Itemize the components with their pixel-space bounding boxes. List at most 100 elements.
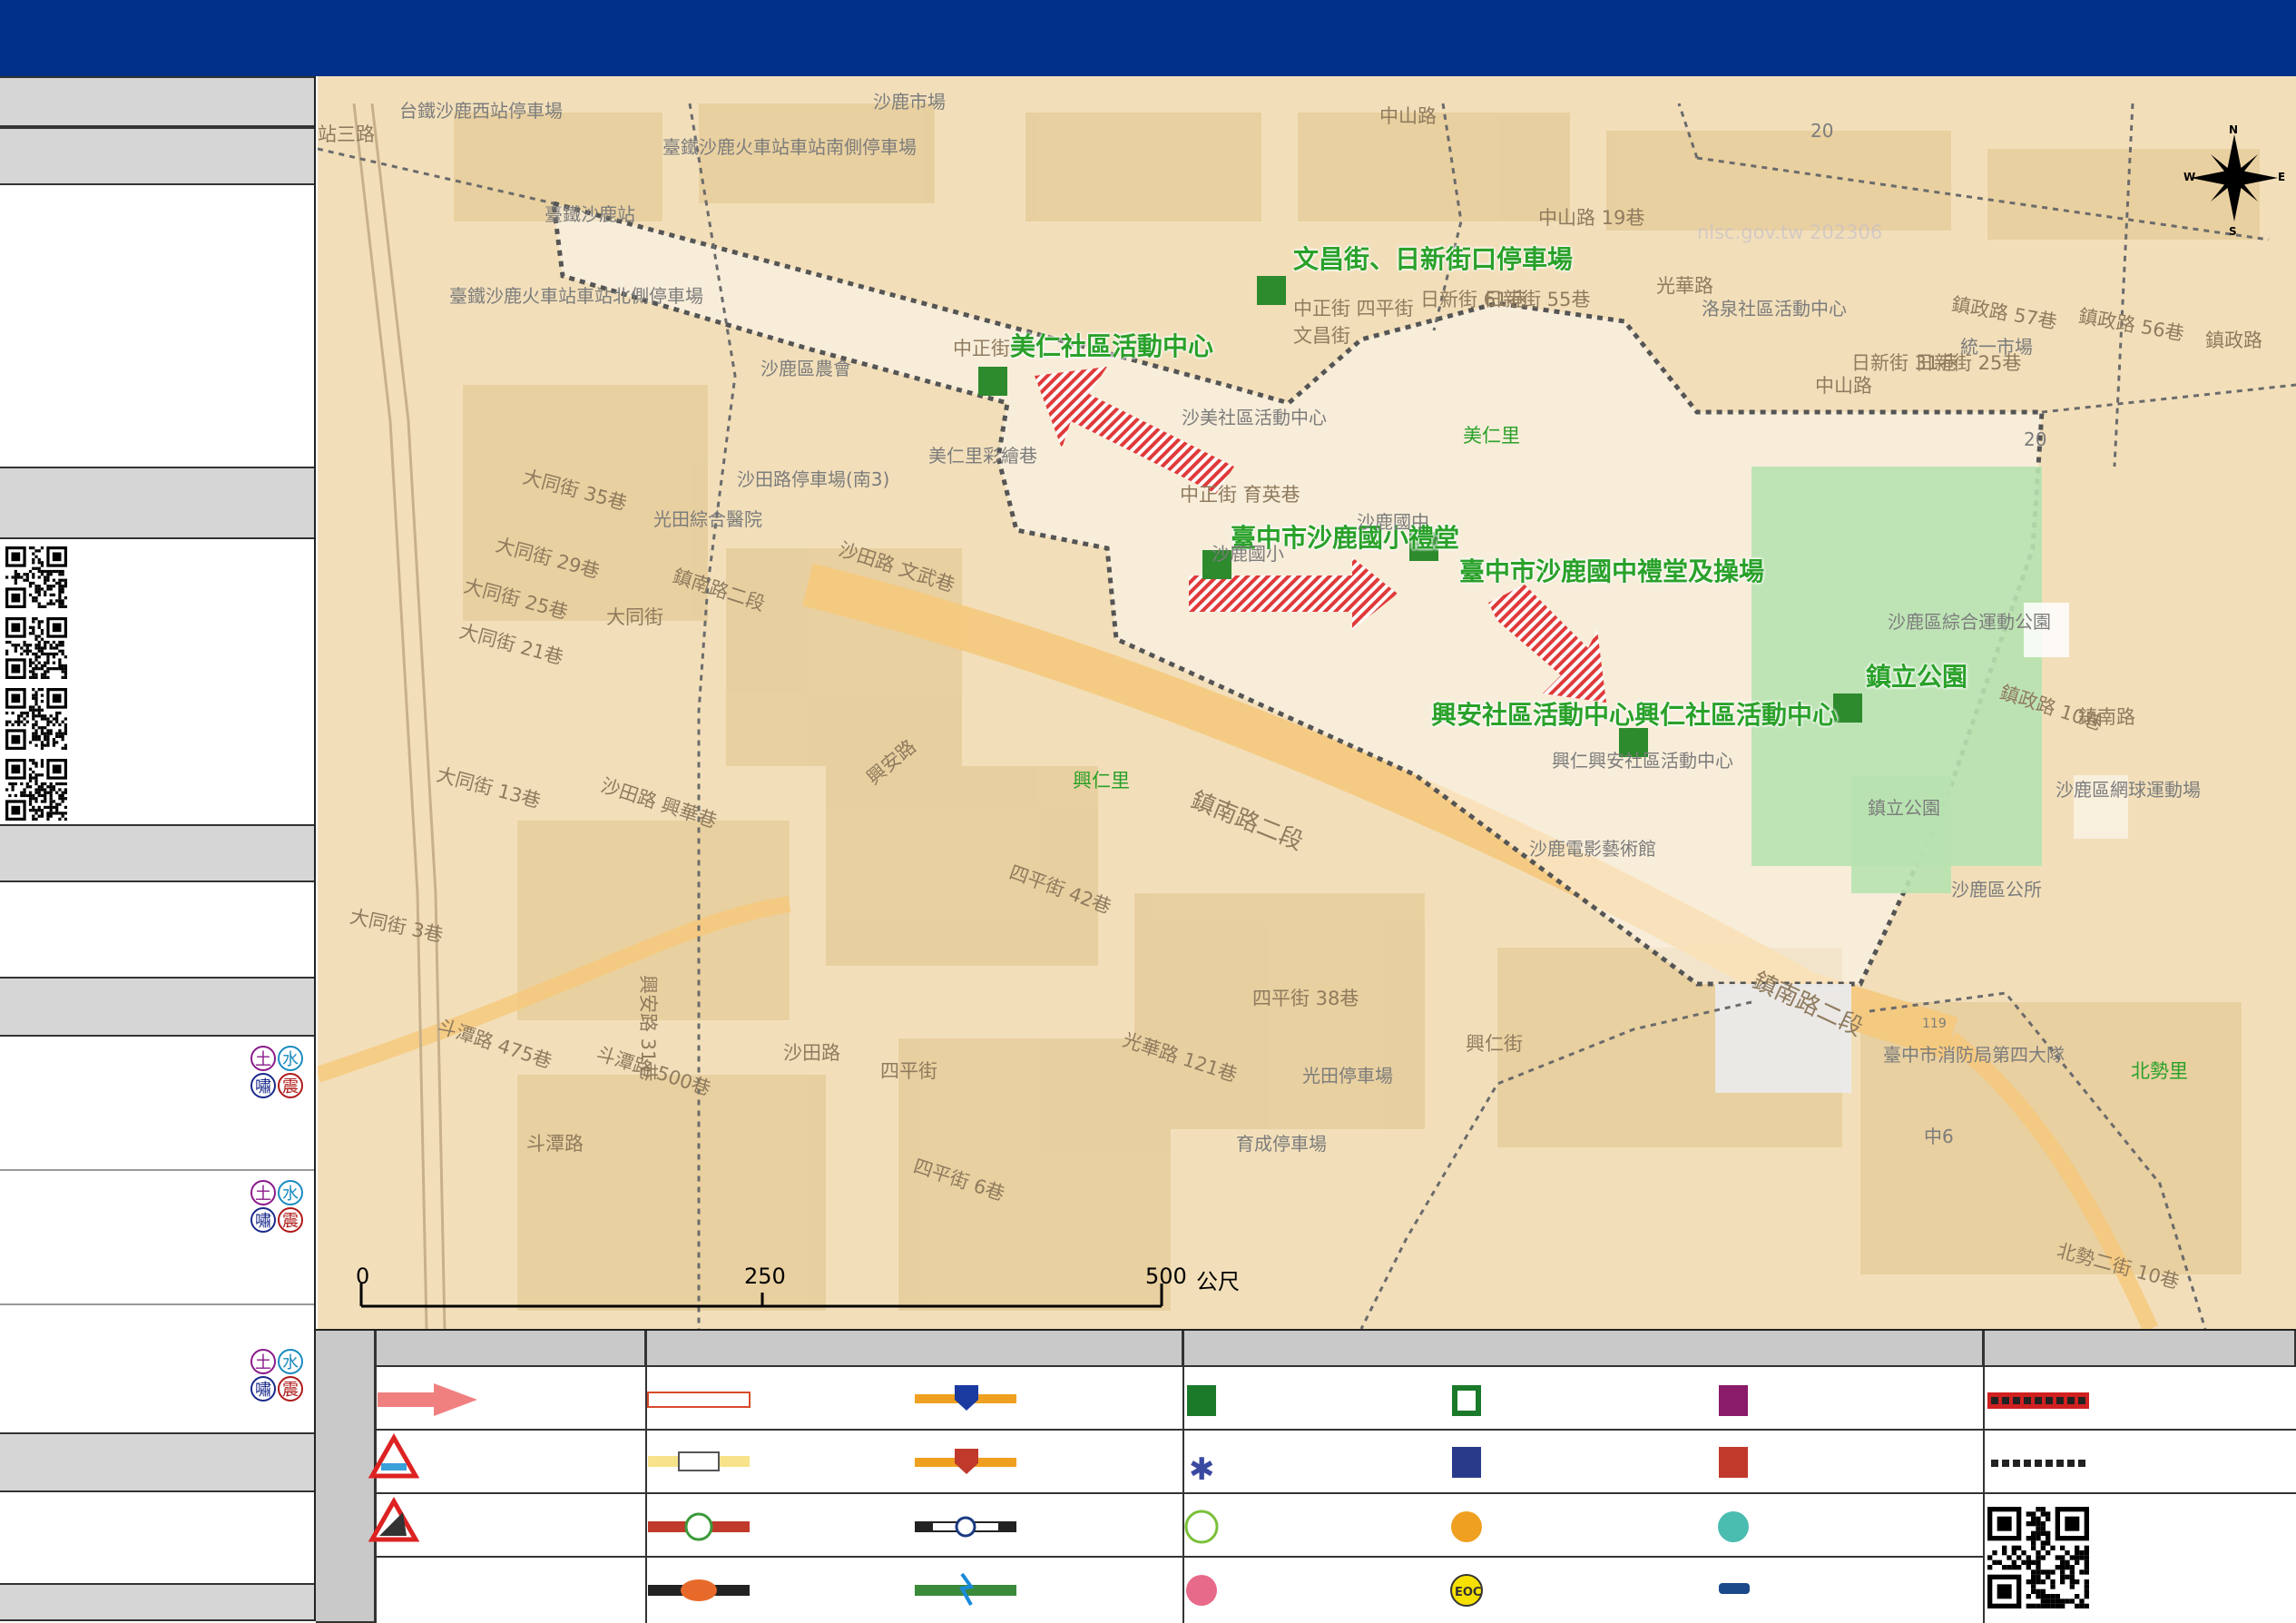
street-label: 中山路 [1815,375,1872,397]
watermark: nlsc.gov.tw 202306 [1697,221,1883,243]
street-label: 沙鹿區公所 [1951,879,2042,900]
water-icon: 水 [278,1046,303,1071]
panel-block-2 [0,882,314,973]
tsunami-icon: 嘯 [250,1376,276,1402]
street-label: 沙鹿國小 [1212,543,1284,565]
street-label: 臺中市消防局第四大隊 [1883,1044,2065,1066]
quake-icon: 震 [278,1207,303,1233]
qr-code-2[interactable] [5,617,67,679]
street-label: 沙美社區活動中心 [1182,407,1327,428]
left-panel: 土 水 嘯 震 土 水 嘯 震 土 水 嘯 震 [0,76,316,1621]
shelter-icon [1452,1385,1481,1416]
title-bar [0,0,2296,76]
quake-icon: 震 [278,1376,303,1402]
warning-flood-icon [368,1432,420,1479]
street-label: 20 [2024,428,2047,450]
street-label: 四平街 38巷 [1252,988,1359,1009]
flower-route-icon [648,1512,750,1541]
map-legend: ✱ EOC [316,1329,2296,1623]
qr-code-list [0,539,314,821]
tsunami-icon: 嘯 [250,1073,276,1098]
street-label: 鎮南路 [2078,706,2135,728]
qr-code-legend[interactable] [1987,1507,2089,1608]
street-label: 站三路 [318,123,375,145]
shelter-label-zhenli-park[interactable]: 鎮立公園 [1866,657,1967,693]
street-label: 文昌街 [1293,325,1350,347]
rail-icon [915,1516,1016,1538]
scale-tick-0: 0 [356,1264,370,1289]
compass-e: E [2278,171,2286,183]
svg-text:✱: ✱ [1189,1451,1215,1488]
street-label: 台鐵沙鹿西站停車場 [399,100,563,122]
street-label: 四平街 [880,1060,937,1082]
quake-icon: 震 [278,1073,303,1098]
street-label: 鎮政路 [2205,330,2262,351]
warning-landslide-icon [368,1496,420,1542]
street-label: 育成停車場 [1236,1133,1327,1155]
shelter-label-shalu-junior[interactable]: 臺中市沙鹿國中禮堂及操場 [1459,552,1764,588]
route-arrow-legend-icon [378,1383,477,1416]
village-label: 美仁里 [1463,425,1520,447]
street-label: 大同街 [606,606,663,628]
eoc-icon: EOC [1450,1574,1483,1607]
street-label: 光田綜合醫院 [653,508,762,530]
water-icon: 水 [278,1180,303,1205]
tsunami-icon: 嘯 [250,1207,276,1233]
shelter-entry-3: 土 水 嘯 震 [0,1305,314,1432]
street-label: 光田停車場 [1302,1065,1393,1087]
scale-tick-250: 250 [744,1264,786,1289]
street-label: 興仁興安社區活動中心 [1552,750,1733,772]
shelter-label-xingan[interactable]: 興安社區活動中心興仁社區活動中心 [1431,695,1838,732]
panel-header-3 [0,467,314,539]
street-label: 中山路 [1379,105,1437,127]
panel-header-1 [0,76,314,127]
street-label: 興仁街 [1466,1033,1523,1055]
street-label: 臺鐵沙鹿站 [545,203,635,225]
panel-block-3 [0,1492,314,1583]
street-label: 沙鹿電影藝術館 [1529,838,1656,860]
soil-icon: 土 [250,1349,276,1374]
shelter-label-meiren[interactable]: 美仁社區活動中心 [1010,327,1213,363]
street-label: 興安路 31巷 [637,975,659,1082]
hazard-icons-3: 土 水 嘯 震 [250,1349,307,1405]
medical-icon: ✱ [1189,1451,1215,1488]
scale-tick-500: 500 [1145,1264,1187,1289]
street-label: 20 [1810,120,1834,142]
hazard-icons-2: 土 水 嘯 震 [250,1180,307,1236]
street-label: 中正街 [953,338,1010,359]
panel-header-5 [0,977,314,1037]
police-icon [1452,1447,1481,1478]
street-label: 洛泉社區活動中心 [1702,298,1847,320]
street-label: 日新街 25巷 [1915,352,2022,374]
panel-header-7 [0,1583,314,1621]
panel-header-6 [0,1432,314,1492]
village-label: 興仁里 [1073,770,1130,792]
street-label: 中山路 19巷 [1538,207,1645,229]
street-label: 沙田路 [783,1042,840,1064]
qr-code-3[interactable] [5,688,67,750]
street-label: 日新街 55巷 [1484,289,1591,310]
street-label: 沙鹿區農會 [760,358,851,379]
shelter-label-wenchang[interactable]: 文昌街、日新街口停車場 [1293,240,1573,276]
street-label: 中正街 育英巷 [1180,484,1300,506]
svg-text:EOC: EOC [1455,1586,1481,1599]
street-label: 鎮立公園 [1868,797,1940,819]
nursery-icon [1718,1511,1749,1542]
welfare-icon [1719,1385,1748,1416]
compass-s: S [2229,225,2237,238]
qr-code-1[interactable] [5,546,67,608]
bus-route-icon [648,1579,750,1601]
evacuation-map[interactable]: 文昌街、日新街口停車場 美仁社區活動中心 臺中市沙鹿國小禮堂 臺中市沙鹿國中禮堂… [318,76,2296,1329]
street-label: 沙鹿區網球運動場 [2056,779,2201,801]
hazard-icons-1: 土 水 嘯 震 [250,1046,307,1102]
water-icon: 水 [278,1349,303,1374]
evacuation-site-icon [1187,1385,1216,1416]
accessible-icon [1184,1510,1219,1544]
qr-code-4[interactable] [5,759,67,821]
street-label: 中正街 四平街 [1293,298,1414,320]
street-label: 美仁里彩繪巷 [928,445,1037,467]
street-label: 沙田路停車場(南3) [737,468,890,490]
road-yellow-icon [648,1451,750,1471]
street-label: 沙鹿市場 [873,91,946,113]
soil-icon: 土 [250,1046,276,1071]
